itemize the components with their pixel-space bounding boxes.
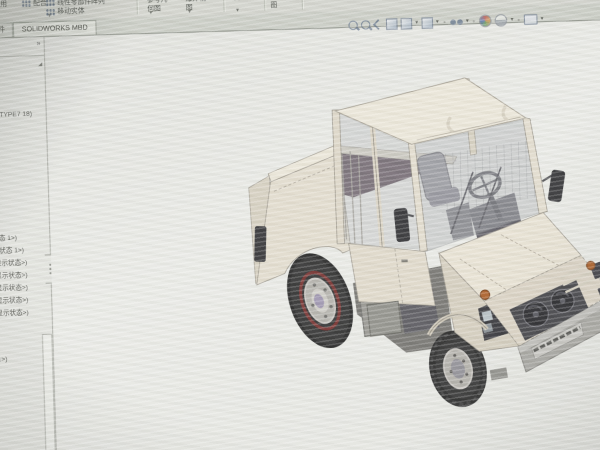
marker-light-left	[480, 290, 490, 300]
cad-model-tow-tractor[interactable]	[0, 0, 600, 450]
tow-hitch	[490, 367, 508, 380]
marker-light-right	[586, 261, 595, 270]
rear-corner-light	[254, 226, 266, 262]
solidworks-window: 引用▾配合线性零部件阵列移动实体▾参考几何图▾爆炸视图▾变▾快速草图 RKS 插…	[0, 0, 600, 450]
monitor-photo: 引用▾配合线性零部件阵列移动实体▾参考几何图▾爆炸视图▾变▾快速草图 RKS 插…	[0, 0, 600, 450]
